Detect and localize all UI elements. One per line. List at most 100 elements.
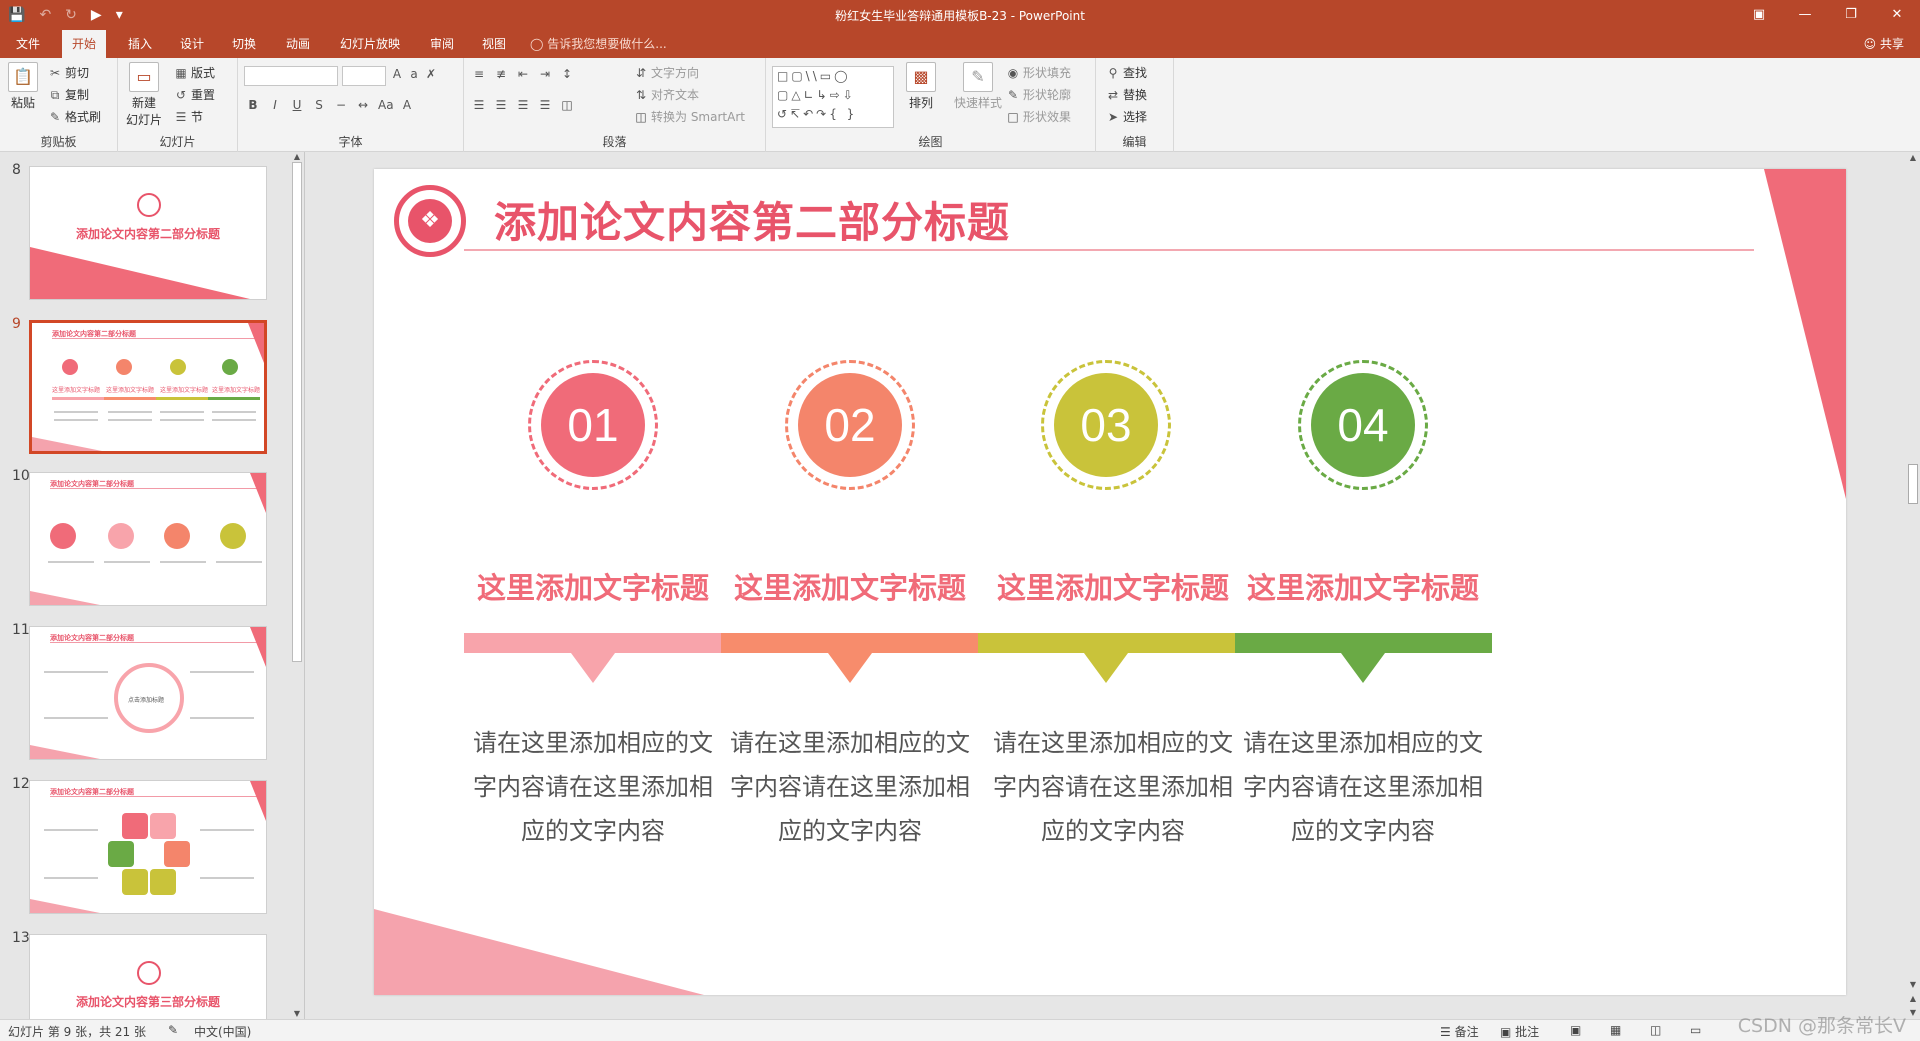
format-painter-button[interactable]: ✎ 格式刷 bbox=[48, 108, 101, 125]
paste-button[interactable]: 📋 粘贴 bbox=[8, 62, 38, 111]
scrollbar-thumb[interactable] bbox=[292, 162, 302, 662]
new-slide-button[interactable]: ▭ 新建 幻灯片 bbox=[126, 62, 162, 128]
language-indicator[interactable]: 中文(中国) bbox=[194, 1023, 251, 1040]
columns-icon[interactable]: ◫ bbox=[560, 98, 574, 112]
tab-review[interactable]: 审阅 bbox=[420, 30, 464, 58]
align-left-icon[interactable]: ☰ bbox=[472, 98, 486, 112]
divider bbox=[50, 642, 258, 643]
restore-icon[interactable]: ❐ bbox=[1828, 0, 1874, 30]
font-style-buttons[interactable]: B I U S − ↔ Aa A bbox=[246, 98, 414, 112]
smartart-button[interactable]: ◫ 转换为 SmartArt bbox=[634, 108, 745, 125]
scroll-down-icon[interactable]: ▼ bbox=[1906, 979, 1920, 991]
thumbnail-slide-10[interactable]: 添加论文内容第二部分标题 bbox=[29, 472, 267, 606]
tab-slideshow[interactable]: 幻灯片放映 bbox=[330, 30, 410, 58]
list-buttons[interactable]: ≡ ≢ ⇤ ⇥ ↕ bbox=[472, 67, 574, 81]
ribbon-display-options-icon[interactable]: ▣ bbox=[1736, 0, 1782, 30]
tab-home[interactable]: 开始 bbox=[62, 30, 107, 58]
step-number[interactable]: 03 bbox=[1054, 373, 1158, 477]
close-icon[interactable]: ✕ bbox=[1874, 0, 1920, 30]
reset-button[interactable]: ↺ 重置 bbox=[174, 86, 215, 103]
scroll-up-icon[interactable]: ▲ bbox=[290, 152, 304, 162]
cut-button[interactable]: ✂ 剪切 bbox=[48, 64, 89, 81]
step-number[interactable]: 04 bbox=[1311, 373, 1415, 477]
step-title[interactable]: 这里添加文字标题 bbox=[443, 565, 743, 607]
quick-styles-button[interactable]: ✎ 快速样式 bbox=[954, 62, 1002, 111]
step-number[interactable]: 01 bbox=[541, 373, 645, 477]
shape-fill-button[interactable]: ◉ 形状填充 bbox=[1006, 64, 1071, 81]
slide-9[interactable]: ❖ 添加论文内容第二部分标题 01 这里添加文字标题 请在这里添加相应的文 字内… bbox=[374, 169, 1846, 995]
find-button[interactable]: ⚲ 查找 bbox=[1106, 64, 1147, 81]
justify-icon[interactable]: ☰ bbox=[538, 98, 552, 112]
thumbnail-slide-9[interactable]: 添加论文内容第二部分标题 这里添加文字标题 这里添加文字标题 这里添加文字标题 … bbox=[29, 320, 267, 454]
align-center-icon[interactable]: ☰ bbox=[494, 98, 508, 112]
tab-animations[interactable]: 动画 bbox=[276, 30, 320, 58]
tab-file[interactable]: 文件 bbox=[6, 30, 50, 58]
text-direction-button[interactable]: ⇵ 文字方向 bbox=[634, 64, 699, 81]
thumbnail-slide-8[interactable]: 添加论文内容第二部分标题 bbox=[29, 166, 267, 300]
step-body[interactable]: 请在这里添加相应的文 字内容请在这里添加相 应的文字内容 bbox=[700, 721, 1000, 853]
shape-effects-button[interactable]: □ 形状效果 bbox=[1006, 108, 1071, 125]
thumbnail-label: 这里添加文字标题 bbox=[160, 387, 209, 394]
tab-insert[interactable]: 插入 bbox=[118, 30, 162, 58]
notes-button[interactable]: ☰ 备注 bbox=[1440, 1023, 1479, 1040]
shapes-gallery[interactable]: □▢\\▭◯ ▢△∟↳⇨⇩ ↺↸↶↷{ } bbox=[772, 66, 894, 128]
slideshow-view-icon[interactable]: ▭ bbox=[1690, 1023, 1701, 1037]
minimize-icon[interactable]: — bbox=[1782, 0, 1828, 30]
shadow-icon[interactable]: S bbox=[312, 98, 326, 112]
editor-scrollbar[interactable]: ▲ ▼ ▲ ▼ bbox=[1906, 152, 1920, 1019]
step-title[interactable]: 这里添加文字标题 bbox=[1213, 565, 1513, 607]
step-body[interactable]: 请在这里添加相应的文 字内容请在这里添加相 应的文字内容 bbox=[1213, 721, 1513, 853]
font-size-controls[interactable]: Aa ✗ bbox=[390, 67, 438, 81]
scroll-up-icon[interactable]: ▲ bbox=[1906, 152, 1920, 164]
thumbnail-slide-12[interactable]: 添加论文内容第二部分标题 bbox=[29, 780, 267, 914]
next-slide-icon[interactable]: ▼ bbox=[1906, 1007, 1920, 1019]
font-family-select[interactable] bbox=[244, 66, 338, 86]
step-title[interactable]: 这里添加文字标题 bbox=[700, 565, 1000, 607]
share-button[interactable]: ☺ 共享 bbox=[1864, 30, 1904, 58]
numbering-icon[interactable]: ≢ bbox=[494, 67, 508, 81]
copy-button[interactable]: ⧉ 复制 bbox=[48, 86, 89, 103]
bullets-icon[interactable]: ≡ bbox=[472, 67, 486, 81]
replace-button[interactable]: ⇄ 替换 bbox=[1106, 86, 1147, 103]
increase-indent-icon[interactable]: ⇥ bbox=[538, 67, 552, 81]
step-body[interactable]: 请在这里添加相应的文 字内容请在这里添加相 应的文字内容 bbox=[443, 721, 743, 853]
layout-button[interactable]: ▦ 版式 bbox=[174, 64, 215, 81]
line-spacing-icon[interactable]: ↕ bbox=[560, 67, 574, 81]
align-right-icon[interactable]: ☰ bbox=[516, 98, 530, 112]
reading-view-icon[interactable]: ◫ bbox=[1650, 1023, 1661, 1037]
normal-view-icon[interactable]: ▣ bbox=[1570, 1023, 1581, 1037]
shape-outline-button[interactable]: ✎ 形状轮廓 bbox=[1006, 86, 1071, 103]
italic-icon[interactable]: I bbox=[268, 98, 282, 112]
decrease-indent-icon[interactable]: ⇤ bbox=[516, 67, 530, 81]
strikethrough-icon[interactable]: − bbox=[334, 98, 348, 112]
section-button[interactable]: ☰ 节 bbox=[174, 108, 203, 125]
change-case-icon[interactable]: Aa bbox=[378, 98, 394, 112]
step-column-4: 04 这里添加文字标题 请在这里添加相应的文 字内容请在这里添加相 应的文字内容 bbox=[1213, 169, 1513, 995]
select-button[interactable]: ➤ 选择 bbox=[1106, 108, 1147, 125]
underline-icon[interactable]: U bbox=[290, 98, 304, 112]
tab-view[interactable]: 视图 bbox=[472, 30, 516, 58]
font-size-select[interactable] bbox=[342, 66, 386, 86]
thumbnail-slide-11[interactable]: 添加论文内容第二部分标题 点击添加标题 bbox=[29, 626, 267, 760]
thumbnails-scrollbar[interactable]: ▲ ▼ bbox=[290, 152, 304, 1019]
tab-design[interactable]: 设计 bbox=[170, 30, 214, 58]
step-number[interactable]: 02 bbox=[798, 373, 902, 477]
thumbnail-slide-13[interactable]: 添加论文内容第三部分标题 bbox=[29, 934, 267, 1019]
scrollbar-thumb[interactable] bbox=[1908, 464, 1918, 504]
comments-button[interactable]: ▣ 批注 bbox=[1500, 1023, 1539, 1040]
align-buttons[interactable]: ☰ ☰ ☰ ☰ ◫ bbox=[472, 98, 574, 112]
bold-icon[interactable]: B bbox=[246, 98, 260, 112]
tab-transitions[interactable]: 切换 bbox=[222, 30, 266, 58]
arrange-button[interactable]: ▩ 排列 bbox=[906, 62, 936, 111]
tell-me-box[interactable]: ◯ 告诉我您想要做什么... bbox=[530, 30, 667, 58]
scroll-down-icon[interactable]: ▼ bbox=[290, 1009, 304, 1019]
paint-bucket-icon: ◉ bbox=[1007, 65, 1019, 80]
previous-slide-icon[interactable]: ▲ bbox=[1906, 993, 1920, 1005]
thumbnail-text-line bbox=[54, 419, 98, 421]
thumbnail-hex bbox=[150, 869, 176, 895]
slide-sorter-icon[interactable]: ▦ bbox=[1610, 1023, 1621, 1037]
align-text-button[interactable]: ⇅ 对齐文本 bbox=[634, 86, 699, 103]
spellcheck-icon[interactable]: ✎ bbox=[168, 1023, 178, 1037]
char-spacing-icon[interactable]: ↔ bbox=[356, 98, 370, 112]
font-color-icon[interactable]: A bbox=[400, 98, 414, 112]
